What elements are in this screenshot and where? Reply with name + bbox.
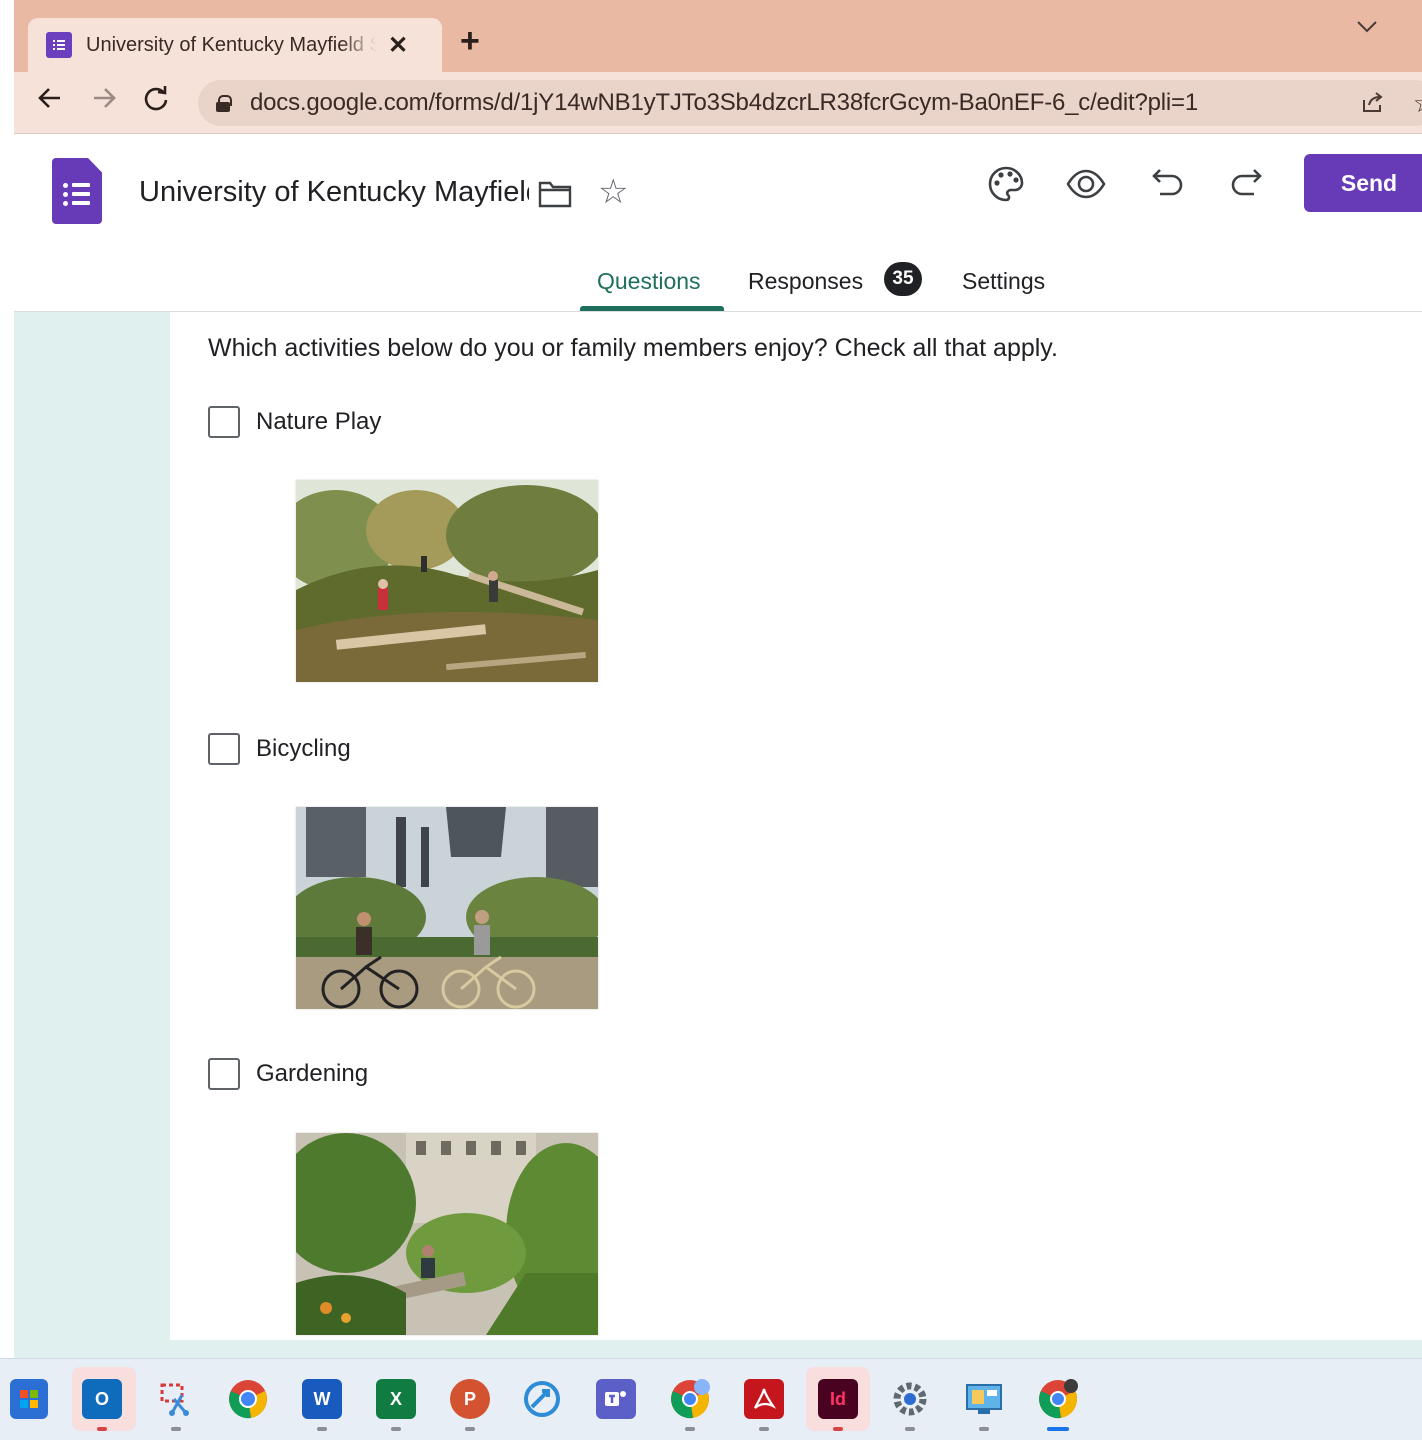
active-tab-indicator (580, 306, 724, 311)
url-text: docs.google.com/forms/d/1jY14wNB1yTJTo3S… (250, 89, 1198, 116)
reload-icon[interactable] (142, 84, 170, 120)
forward-arrow-icon[interactable] (90, 84, 118, 120)
lock-icon (216, 95, 232, 112)
redo-icon[interactable] (1226, 164, 1266, 204)
tab-questions[interactable]: Questions (597, 268, 701, 295)
running-indicator (465, 1427, 475, 1431)
indesign-icon[interactable]: Id (818, 1379, 858, 1419)
option-gardening[interactable]: Gardening (208, 1058, 368, 1090)
running-indicator (97, 1427, 107, 1431)
powerpoint-letter: P (463, 1388, 476, 1409)
running-indicator (685, 1427, 695, 1431)
teams-icon[interactable] (596, 1379, 636, 1419)
responses-count-badge: 35 (884, 262, 922, 296)
running-indicator (391, 1427, 401, 1431)
form-title[interactable]: University of Kentucky Mayfield (139, 176, 529, 209)
settings-icon[interactable] (890, 1379, 930, 1419)
share-icon[interactable] (1360, 90, 1386, 121)
undo-icon[interactable] (1148, 164, 1188, 204)
tab-close-icon[interactable]: ✕ (388, 31, 408, 60)
excel-letter: X (389, 1388, 402, 1409)
star-icon[interactable]: ☆ (598, 172, 628, 212)
google-forms-logo-icon[interactable] (52, 158, 102, 224)
word-icon[interactable]: W (302, 1379, 342, 1419)
option-bicycling[interactable]: Bicycling (208, 733, 351, 765)
remote-desktop-icon[interactable] (522, 1379, 562, 1419)
browser-tab[interactable]: University of Kentucky Mayfield Sch ✕ (28, 18, 442, 72)
nature-play-image[interactable] (296, 480, 598, 682)
snipping-tool-icon[interactable] (156, 1379, 196, 1419)
running-indicator (905, 1427, 915, 1431)
preview-eye-icon[interactable] (1066, 164, 1106, 204)
browser-tab-bar: University of Kentucky Mayfield Sch ✕ + (14, 0, 1422, 72)
checkbox[interactable] (208, 1058, 240, 1090)
word-letter: W (313, 1388, 331, 1409)
new-tab-button[interactable]: + (460, 22, 480, 61)
form-tabs: Questions Responses 35 Settings ••• (14, 254, 1422, 322)
active-app-indicator (1047, 1427, 1069, 1431)
tab-responses[interactable]: Responses (748, 268, 863, 295)
address-bar[interactable]: docs.google.com/forms/d/1jY14wNB1yTJTo3S… (198, 80, 1422, 126)
option-label: Bicycling (256, 735, 351, 762)
gardening-image[interactable] (296, 1133, 598, 1335)
tab-title: University of Kentucky Mayfield Sch (86, 33, 376, 56)
running-indicator (317, 1427, 327, 1431)
powerpoint-icon[interactable]: P (450, 1379, 490, 1419)
excel-icon[interactable]: X (376, 1379, 416, 1419)
chrome-profile-icon[interactable] (670, 1379, 710, 1419)
start-icon[interactable] (10, 1379, 48, 1419)
running-indicator (979, 1427, 989, 1431)
screen-edge (0, 0, 14, 1440)
forms-header: University of Kentucky Mayfield ☆ Send Q… (14, 134, 1422, 322)
tab-search-chevron-icon[interactable] (1356, 14, 1378, 40)
outlook-letter: O (94, 1388, 109, 1409)
windows-taskbar: O W X P Id (0, 1358, 1422, 1440)
running-indicator (833, 1427, 843, 1431)
running-indicator (171, 1427, 181, 1431)
forms-favicon-icon (46, 32, 72, 58)
control-panel-icon[interactable] (964, 1379, 1004, 1419)
bookmark-star-icon[interactable]: ☆ (1413, 88, 1422, 119)
back-arrow-icon[interactable] (36, 84, 64, 120)
tab-settings[interactable]: Settings (962, 268, 1045, 295)
chrome-icon[interactable] (228, 1379, 268, 1419)
chrome-active-icon[interactable] (1038, 1379, 1078, 1419)
folder-icon[interactable] (538, 180, 572, 208)
send-button[interactable]: Send (1304, 154, 1422, 212)
outlook-icon[interactable]: O (82, 1379, 122, 1419)
question-title: Which activities below do you or family … (208, 334, 1058, 362)
acrobat-icon[interactable] (744, 1379, 784, 1419)
running-indicator (759, 1427, 769, 1431)
option-nature-play[interactable]: Nature Play (208, 406, 381, 438)
indesign-letter: Id (830, 1388, 846, 1409)
bicycling-image[interactable] (296, 807, 598, 1009)
checkbox[interactable] (208, 406, 240, 438)
option-label: Gardening (256, 1060, 369, 1087)
browser-toolbar: docs.google.com/forms/d/1jY14wNB1yTJTo3S… (14, 72, 1422, 134)
customize-theme-palette-icon[interactable] (986, 164, 1026, 204)
option-label: Nature Play (256, 408, 382, 435)
checkbox[interactable] (208, 733, 240, 765)
